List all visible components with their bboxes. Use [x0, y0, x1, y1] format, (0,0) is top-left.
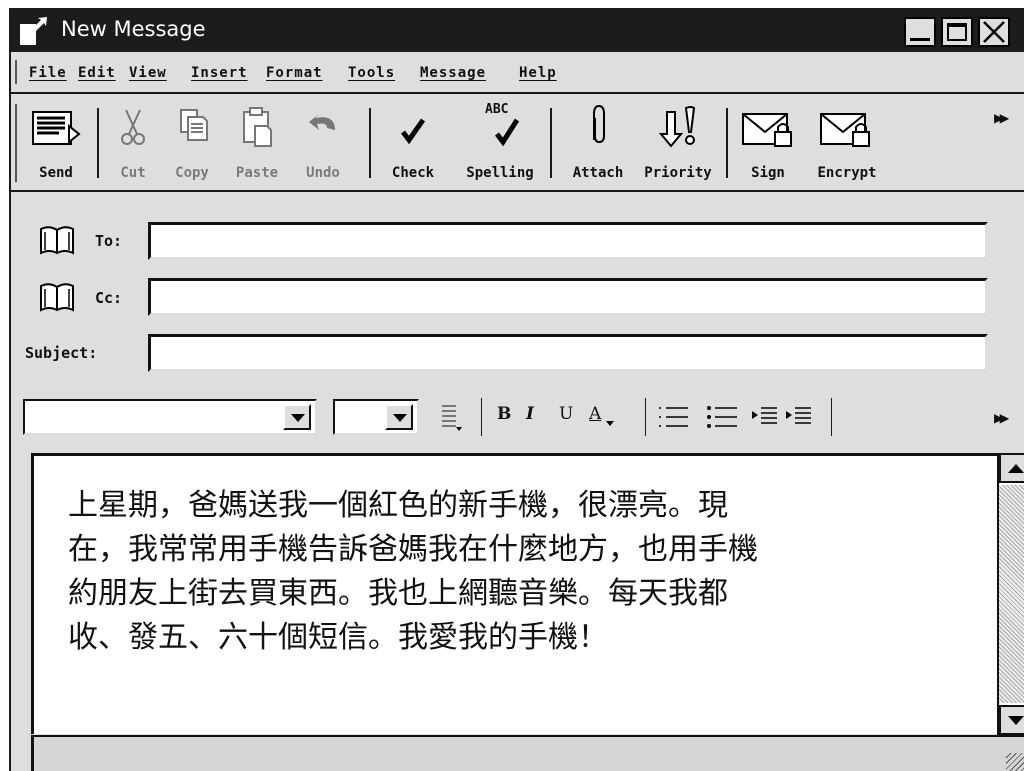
scroll-track[interactable]	[999, 485, 1024, 703]
copy-label: Copy	[175, 165, 209, 181]
vertical-scrollbar[interactable]	[997, 453, 1024, 735]
message-body-text[interactable]: 上星期，爸媽送我一個紅色的新手機，很漂亮。現 在，我常常用手機告訴爸媽我在什麼地…	[68, 484, 948, 660]
cut-label: Cut	[120, 165, 146, 181]
priority-icon	[658, 106, 696, 148]
message-header: To: Cc: Subject:	[11, 192, 1024, 387]
menu-help[interactable]: Help	[519, 65, 557, 81]
undo-icon	[309, 114, 335, 130]
sign-label: Sign	[751, 165, 785, 181]
paragraph-style-icon[interactable]	[439, 402, 463, 432]
spelling-abc-text: ABC	[485, 102, 509, 117]
checkmark-icon	[401, 118, 426, 145]
format-bar: B I U A ▶▶	[11, 390, 1024, 445]
font-name-select[interactable]	[23, 399, 317, 435]
toolbar-separator	[550, 108, 552, 178]
cc-field[interactable]	[148, 278, 988, 316]
spelling-button[interactable]: ABC Spelling	[463, 102, 537, 184]
encrypt-label: Encrypt	[817, 165, 877, 181]
toolbar-separator	[726, 108, 728, 178]
message-window: New Message File Edit View Insert Format…	[9, 8, 1024, 771]
copy-icon	[180, 109, 208, 141]
menu-grip[interactable]	[15, 60, 17, 84]
bulleted-list-icon[interactable]	[705, 402, 739, 432]
check-button[interactable]: Check	[385, 102, 441, 184]
increase-indent-icon[interactable]	[783, 402, 813, 432]
scroll-down-icon[interactable]	[999, 705, 1024, 735]
attach-label: Attach	[572, 165, 624, 181]
decrease-indent-icon[interactable]	[749, 402, 779, 432]
send-button[interactable]: Send	[25, 102, 87, 184]
menu-format[interactable]: Format	[266, 65, 323, 81]
minimize-button[interactable]	[904, 17, 936, 47]
undo-label: Undo	[306, 165, 340, 181]
font-color-button[interactable]: A	[589, 404, 601, 424]
menu-view[interactable]: View	[129, 65, 167, 81]
to-label: To:	[95, 232, 123, 250]
cc-label: Cc:	[95, 289, 123, 307]
chevron-down-icon[interactable]	[385, 404, 413, 430]
window-title: New Message	[61, 17, 206, 41]
message-body[interactable]: 上星期，爸媽送我一個紅色的新手機，很漂亮。現 在，我常常用手機告訴爸媽我在什麼地…	[31, 453, 1000, 734]
cut-button[interactable]: Cut	[111, 102, 155, 184]
attach-button[interactable]: Attach	[567, 102, 629, 184]
toolbar-overflow-icon[interactable]: ▶▶	[994, 108, 1009, 127]
address-book-icon[interactable]	[37, 223, 77, 257]
send-label: Send	[39, 165, 73, 181]
menu-insert[interactable]: Insert	[191, 65, 248, 81]
paste-button[interactable]: Paste	[229, 102, 285, 184]
close-button[interactable]	[978, 17, 1010, 47]
signed-envelope-icon	[742, 113, 792, 147]
menu-bar: File Edit View Insert Format Tools Messa…	[11, 54, 1024, 94]
scissors-icon	[121, 109, 145, 145]
font-size-select[interactable]	[333, 399, 419, 435]
italic-button[interactable]: I	[526, 404, 534, 424]
check-label: Check	[391, 165, 435, 181]
address-book-icon[interactable]	[37, 280, 77, 314]
chevron-down-icon[interactable]	[283, 404, 311, 430]
copy-button[interactable]: Copy	[167, 102, 217, 184]
resize-grip-icon[interactable]	[1006, 753, 1024, 771]
sign-button[interactable]: Sign	[737, 102, 799, 184]
paperclip-icon	[593, 104, 605, 144]
format-overflow-icon[interactable]: ▶▶	[994, 408, 1009, 427]
close-icon	[983, 21, 1005, 43]
encrypt-button[interactable]: Encrypt	[811, 102, 883, 184]
spelling-label: Spelling	[466, 165, 534, 181]
toolbar-separator	[369, 108, 371, 178]
clipboard-icon	[243, 107, 272, 147]
status-bar	[31, 735, 1024, 771]
undo-button[interactable]: Undo	[297, 102, 349, 184]
send-icon	[32, 111, 81, 145]
menu-tools[interactable]: Tools	[348, 65, 395, 81]
menu-message[interactable]: Message	[420, 65, 486, 81]
menu-edit[interactable]: Edit	[78, 65, 116, 81]
maximize-button[interactable]	[941, 17, 973, 47]
encrypted-envelope-icon	[820, 113, 870, 147]
format-separator	[831, 398, 832, 436]
toolbar-separator	[97, 108, 99, 178]
subject-field[interactable]	[148, 334, 988, 372]
title-bar[interactable]: New Message	[11, 10, 1024, 52]
priority-button[interactable]: Priority	[643, 102, 713, 184]
underline-button[interactable]: U	[559, 404, 573, 424]
numbered-list-icon[interactable]	[656, 402, 690, 432]
paste-label: Paste	[235, 165, 279, 181]
subject-label: Subject:	[25, 344, 98, 362]
menu-file[interactable]: File	[29, 65, 67, 81]
to-field[interactable]	[148, 222, 988, 260]
chevron-down-icon[interactable]	[605, 420, 615, 428]
format-separator	[481, 398, 482, 436]
scroll-up-icon[interactable]	[999, 453, 1024, 483]
toolbar: Send Cut Copy Paste Undo Check ABC Spell…	[11, 94, 1024, 192]
new-message-icon	[20, 17, 47, 45]
bold-button[interactable]: B	[497, 404, 511, 424]
format-separator	[645, 398, 646, 436]
priority-label: Priority	[644, 165, 712, 181]
